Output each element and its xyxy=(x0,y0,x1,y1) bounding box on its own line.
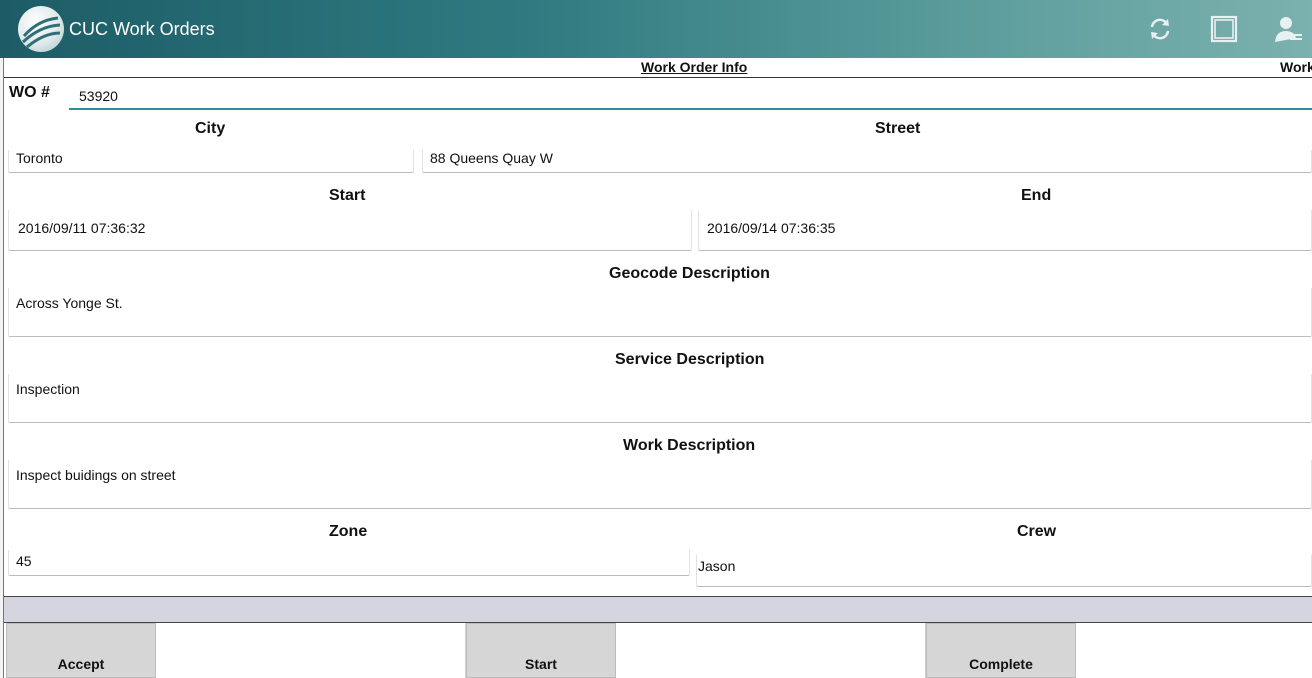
geocode-field-box xyxy=(8,288,1312,337)
work-label: Work Description xyxy=(623,437,756,454)
app-window: CUC Work Orders Work Order Info Work WO … xyxy=(0,0,1312,678)
wo-number-field[interactable]: 53920 xyxy=(79,88,118,104)
button-spacer xyxy=(1076,623,1312,678)
start-field-box xyxy=(8,210,692,251)
app-title: CUC Work Orders xyxy=(69,19,215,39)
button-spacer xyxy=(616,623,926,678)
left-edge xyxy=(0,58,4,678)
user-settings-icon[interactable] xyxy=(1270,12,1304,46)
work-field-box xyxy=(8,460,1312,509)
service-field-box xyxy=(8,374,1312,423)
zone-label: Zone xyxy=(329,523,368,540)
window-icon[interactable] xyxy=(1207,12,1241,46)
button-spacer xyxy=(156,623,466,678)
complete-button[interactable]: Complete xyxy=(926,623,1076,678)
wo-number-underline xyxy=(69,108,1312,110)
end-label: End xyxy=(1021,187,1052,204)
section-title-next[interactable]: Work xyxy=(1280,59,1312,75)
start-label: Start xyxy=(329,187,366,204)
wo-number-label: WO # xyxy=(9,84,50,101)
geocode-label: Geocode Description xyxy=(609,265,770,282)
city-field-box xyxy=(8,150,414,173)
status-bar xyxy=(4,596,1312,623)
start-button[interactable]: Start xyxy=(466,623,616,678)
zone-field-box xyxy=(8,550,690,576)
section-title[interactable]: Work Order Info xyxy=(641,59,747,75)
service-label: Service Description xyxy=(615,351,765,368)
city-label: City xyxy=(195,120,226,137)
title-bar: CUC Work Orders xyxy=(0,0,1312,58)
crew-label: Crew xyxy=(1017,523,1057,540)
app-logo-icon xyxy=(18,6,64,52)
street-label: Street xyxy=(875,120,921,137)
accept-button[interactable]: Accept xyxy=(6,623,156,678)
refresh-icon[interactable] xyxy=(1143,12,1177,46)
street-field-box xyxy=(422,150,1312,173)
end-field-box xyxy=(698,210,1312,251)
section-header: Work Order Info Work xyxy=(4,58,1312,78)
crew-field-box xyxy=(696,555,1312,587)
